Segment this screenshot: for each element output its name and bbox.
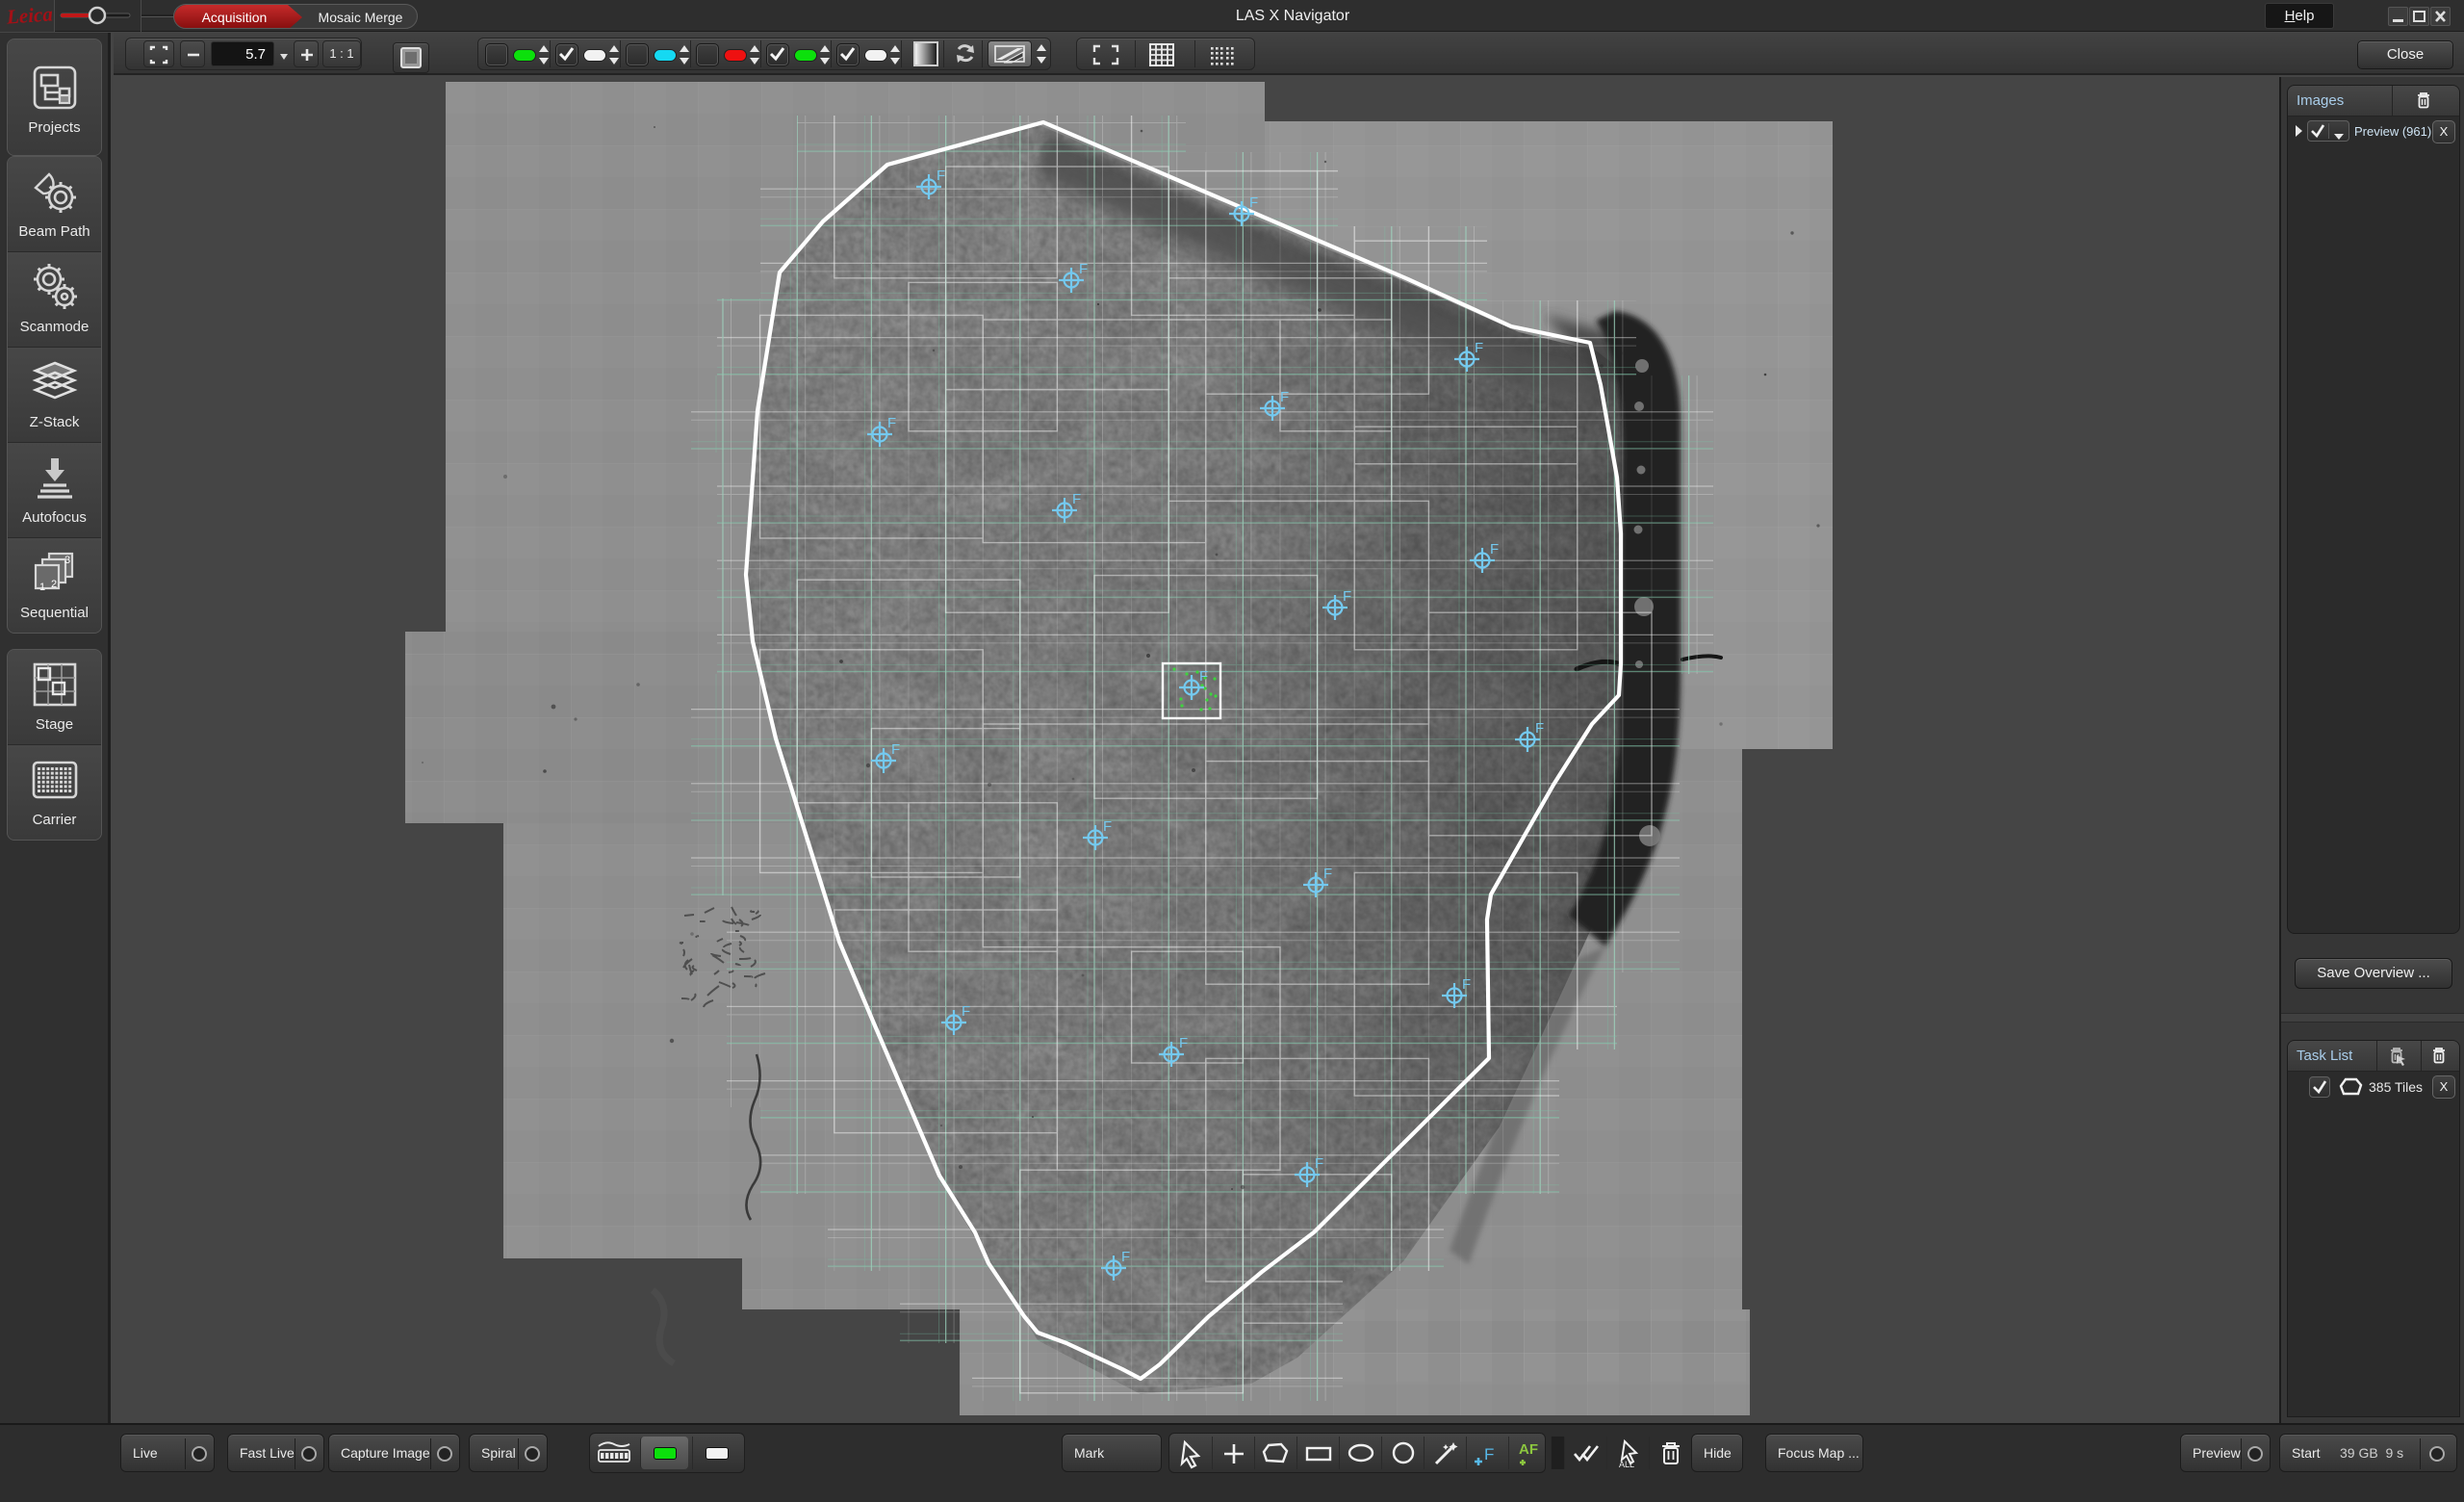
svg-text:1: 1 (39, 582, 45, 593)
svg-text:F: F (1280, 389, 1289, 405)
svg-text:F: F (937, 168, 945, 184)
svg-text:F: F (1490, 541, 1499, 557)
svg-text:F: F (1199, 668, 1208, 685)
svg-text:F: F (1315, 1155, 1323, 1172)
svg-text:3: 3 (64, 555, 70, 566)
svg-text:2: 2 (51, 579, 57, 590)
svg-text:F: F (1535, 720, 1544, 737)
svg-text:F: F (1072, 491, 1081, 507)
svg-text:F: F (1103, 818, 1112, 835)
svg-text:F: F (1179, 1035, 1188, 1051)
svg-text:F: F (1121, 1249, 1130, 1265)
svg-text:F: F (1475, 340, 1483, 356)
svg-text:F: F (1323, 866, 1332, 882)
svg-text:F: F (887, 415, 896, 431)
svg-text:F: F (1079, 261, 1088, 277)
svg-text:F: F (1249, 194, 1258, 211)
svg-text:F: F (962, 1003, 970, 1020)
svg-text:F: F (1484, 1445, 1494, 1463)
svg-text:F: F (891, 741, 900, 758)
svg-text:F: F (1462, 976, 1471, 993)
svg-text:ALL: ALL (1619, 1460, 1634, 1469)
svg-text:AF: AF (1519, 1441, 1538, 1458)
svg-text:F: F (1343, 588, 1351, 605)
